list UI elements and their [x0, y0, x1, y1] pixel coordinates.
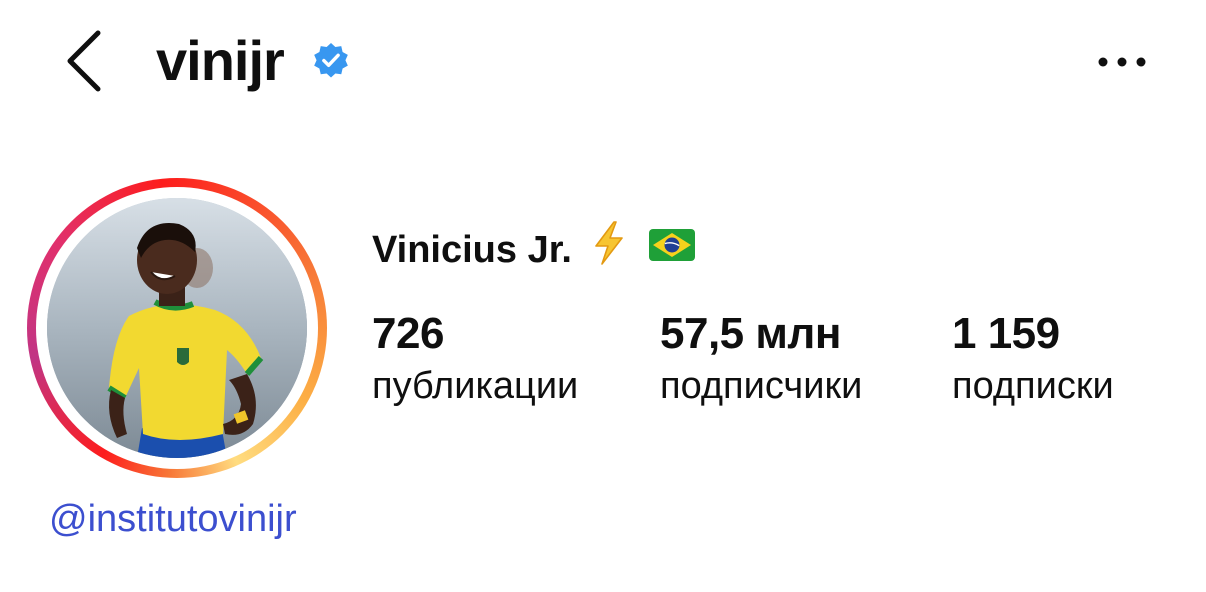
lightning-icon	[592, 220, 626, 279]
posts-count-label: публикации	[372, 365, 579, 407]
brazil-flag-icon	[648, 225, 696, 275]
display-name: Vinicius Jr.	[372, 220, 696, 279]
following-count-value: 1 159	[952, 309, 1060, 358]
more-options-button[interactable]	[1090, 40, 1154, 84]
followers-count-label: подписчики	[660, 365, 863, 407]
avatar-photo	[47, 198, 307, 458]
display-name-text: Vinicius Jr.	[372, 228, 572, 271]
posts-count-value: 726	[372, 309, 444, 358]
posts-count[interactable]: 726 публикации	[372, 306, 578, 410]
verified-badge-icon	[314, 42, 348, 78]
profile-username: vinijr	[156, 29, 285, 92]
more-horizontal-icon	[1098, 57, 1146, 67]
following-count[interactable]: 1 159 подписки	[952, 306, 1114, 410]
bio-link-handle[interactable]: @institutovinijr	[49, 496, 297, 542]
followers-count[interactable]: 57,5 млн подписчики	[660, 306, 862, 410]
story-ring[interactable]	[27, 178, 327, 478]
followers-count-value: 57,5 млн	[660, 309, 841, 358]
chevron-left-icon	[67, 30, 101, 92]
profile-avatar[interactable]	[47, 198, 307, 458]
back-button[interactable]	[58, 26, 110, 96]
following-count-label: подписки	[952, 365, 1114, 407]
